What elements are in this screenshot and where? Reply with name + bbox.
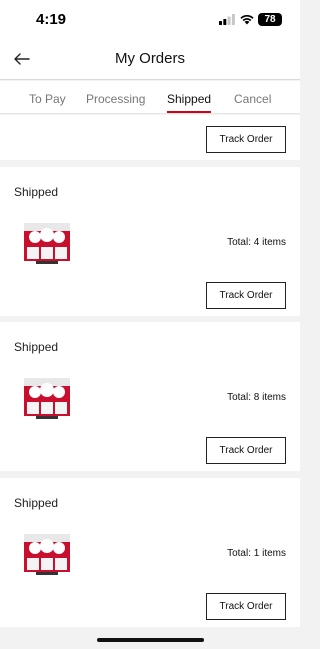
order-status: Shipped	[14, 185, 59, 199]
order-card: Shipped Total: 1 items Track Order	[0, 478, 300, 627]
order-total: Total: 1 items	[227, 548, 286, 559]
product-thumbnail[interactable]	[22, 372, 72, 422]
product-thumbnail[interactable]	[22, 217, 72, 267]
status-bar: 4:19 78	[0, 0, 300, 40]
home-indicator[interactable]	[97, 638, 204, 642]
product-thumbnail[interactable]	[22, 528, 72, 578]
order-tabs: To Pay Processing Shipped Cancel	[0, 81, 300, 114]
order-status: Shipped	[14, 496, 59, 510]
tab-processing[interactable]: Processing	[86, 92, 145, 106]
order-status: Shipped	[14, 340, 59, 354]
wifi-icon	[240, 14, 254, 25]
app-header: My Orders	[0, 40, 300, 80]
active-tab-indicator	[167, 111, 211, 113]
page-title: My Orders	[114, 50, 185, 67]
order-card: Shipped Total: 4 items Track Order	[0, 167, 300, 316]
order-total: Total: 4 items	[227, 237, 286, 248]
tab-to-pay[interactable]: To Pay	[29, 92, 66, 106]
status-time: 4:19	[36, 11, 67, 28]
track-order-button[interactable]: Track Order	[206, 282, 286, 309]
signal-icon	[219, 14, 235, 25]
battery-icon: 78	[258, 13, 282, 26]
order-card: Track Order	[0, 115, 300, 160]
tab-cancel[interactable]: Cancel	[234, 92, 271, 106]
track-order-button[interactable]: Track Order	[206, 593, 286, 620]
order-total: Total: 8 items	[227, 392, 286, 403]
track-order-button[interactable]: Track Order	[206, 126, 286, 153]
track-order-button[interactable]: Track Order	[206, 437, 286, 464]
tab-shipped[interactable]: Shipped	[167, 92, 211, 106]
order-card: Shipped Total: 8 items Track Order	[0, 322, 300, 471]
